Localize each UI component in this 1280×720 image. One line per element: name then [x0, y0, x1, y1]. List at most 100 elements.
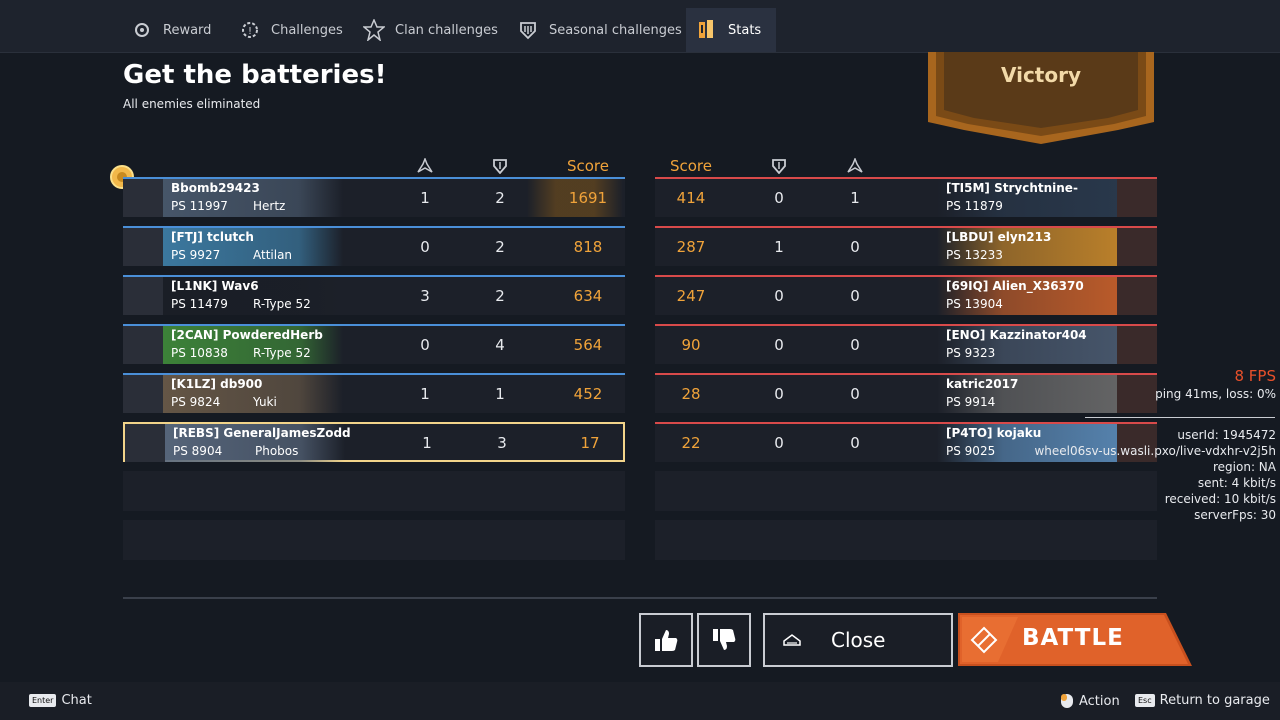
player-row[interactable]: 28 0 0 katric2017 PS 9914	[655, 373, 1157, 413]
empty-row	[123, 471, 625, 511]
player-row[interactable]: 414 0 1 [TI5M] Strychtnine- PS 11879	[655, 177, 1157, 217]
shield-icon	[493, 159, 507, 174]
divider	[123, 597, 1157, 599]
thumbs-up-icon	[655, 630, 678, 651]
score-value: 17	[580, 434, 600, 452]
thumbs-down-icon	[713, 629, 736, 650]
player-name: [L1NK] Wav6	[171, 279, 259, 293]
player-row[interactable]: 90 0 0 [ENO] Kazzinator404 PS 9323	[655, 324, 1157, 364]
assists-value: 3	[497, 434, 507, 452]
player-name: [69IQ] Alien_X36370	[946, 279, 1084, 293]
robot-name: Attilan	[253, 248, 293, 262]
assists-value: 1	[495, 385, 505, 403]
server-readout: wheel06sv-us.wasli.pxo/live-vdxhr-v2j5h	[1034, 444, 1276, 458]
player-row[interactable]: [K1LZ] db900 PS 9824 Yuki 1 1 452	[123, 373, 625, 413]
mouse-icon	[1061, 694, 1073, 708]
player-power-score: PS 13233	[946, 248, 1003, 262]
tab-stats[interactable]: Stats	[686, 8, 776, 52]
close-button[interactable]: Close	[763, 613, 953, 667]
empty-row	[655, 520, 1157, 560]
player-name: [FTJ] tclutch	[171, 230, 254, 244]
robot-name: Yuki	[253, 395, 277, 409]
assists-value: 0	[774, 434, 784, 452]
robot-name: R-Type 52	[253, 346, 311, 360]
close-key-icon	[783, 634, 801, 646]
player-avatar	[123, 375, 163, 413]
tab-label: Seasonal challenges	[549, 22, 682, 38]
like-button[interactable]	[639, 613, 693, 667]
kills-icon	[417, 158, 433, 173]
assists-value: 4	[495, 336, 505, 354]
score-value: 634	[573, 287, 603, 305]
tab-clan-challenges[interactable]: Clan challenges	[355, 8, 513, 52]
player-avatar	[1117, 375, 1157, 413]
player-avatar	[123, 277, 163, 315]
player-power-score: PS 9824	[171, 395, 221, 409]
score-value: 414	[676, 189, 706, 207]
svg-text:!: !	[248, 26, 252, 37]
player-row[interactable]: 247 0 0 [69IQ] Alien_X36370 PS 13904	[655, 275, 1157, 315]
kills-value: 0	[850, 434, 860, 452]
score-header-right: Score	[669, 157, 712, 175]
player-row[interactable]: [2CAN] PowderedHerb PS 10838 R-Type 52 0 4 56…	[123, 324, 625, 364]
empty-row	[655, 471, 1157, 511]
player-name: [2CAN] PowderedHerb	[171, 328, 323, 342]
tab-seasonal-challenges[interactable]: Seasonal challenges	[509, 8, 687, 52]
ping-readout: ping 41ms, loss: 0%	[1155, 387, 1276, 401]
kills-value: 0	[850, 336, 860, 354]
user-id-readout: userId: 1945472	[1177, 428, 1276, 442]
fps-readout: 8 FPS	[1234, 367, 1276, 385]
kills-value: 0	[850, 385, 860, 403]
score-value: 452	[573, 385, 603, 403]
challenges-icon: !	[239, 19, 261, 41]
player-name: Bbomb29423	[171, 181, 260, 195]
action-label: Action	[1079, 693, 1120, 709]
server-fps-readout: serverFps: 30	[1194, 508, 1276, 522]
esc-key-icon: Esc	[1135, 694, 1155, 707]
player-row[interactable]: 287 1 0 [LBDU] elyn213 PS 13233	[655, 226, 1157, 266]
player-row[interactable]: [L1NK] Wav6 PS 11479 R-Type 52 3 2 634	[123, 275, 625, 315]
kills-icon	[847, 158, 863, 173]
player-power-score: PS 11479	[171, 297, 228, 311]
chat-hint[interactable]: Enter Chat	[29, 693, 92, 708]
sent-readout: sent: 4 kbit/s	[1197, 476, 1276, 490]
kills-value: 1	[850, 189, 860, 207]
player-name: [ENO] Kazzinator404	[946, 328, 1087, 342]
player-avatar	[123, 326, 163, 364]
player-power-score: PS 8904	[173, 444, 223, 458]
assists-value: 0	[774, 287, 784, 305]
tab-label: Stats	[728, 22, 762, 38]
tab-label: Reward	[163, 22, 212, 38]
robot-name: R-Type 52	[253, 297, 311, 311]
action-hint[interactable]: Action	[1060, 693, 1120, 709]
assists-value: 2	[495, 238, 505, 256]
score-value: 28	[681, 385, 701, 403]
score-header-left: Score	[566, 157, 609, 175]
player-name: [REBS] GeneralJamesZodd	[173, 426, 351, 440]
kills-value: 1	[420, 189, 430, 207]
robot-name: Phobos	[255, 444, 299, 458]
player-name: [K1LZ] db900	[171, 377, 263, 391]
tab-reward[interactable]: Reward	[123, 8, 231, 52]
player-power-score: PS 11879	[946, 199, 1003, 213]
dislike-button[interactable]	[697, 613, 751, 667]
seasonal-challenges-icon	[517, 19, 539, 41]
match-title: Get the batteries!	[123, 60, 387, 90]
tab-label: Challenges	[271, 22, 343, 38]
kills-value: 3	[420, 287, 430, 305]
player-power-score: PS 11997	[171, 199, 228, 213]
tab-challenges[interactable]: ! Challenges	[231, 8, 354, 52]
player-row[interactable]: Bbomb29423 PS 11997 Hertz 1 2 1691	[123, 177, 625, 217]
assists-value: 0	[774, 385, 784, 403]
player-row[interactable]: [REBS] GeneralJamesZodd PS 8904 Phobos 1 3 17	[123, 422, 625, 462]
region-readout: region: NA	[1213, 460, 1276, 474]
battle-label: BATTLE	[1022, 625, 1124, 651]
kills-value: 0	[850, 238, 860, 256]
player-name: [P4TO] kojaku	[946, 426, 1042, 440]
return-to-garage-hint[interactable]: Esc Return to garage	[1135, 693, 1270, 708]
player-name: [TI5M] Strychtnine-	[946, 181, 1078, 195]
ping-graph-line	[1085, 417, 1275, 418]
player-avatar	[1117, 277, 1157, 315]
player-row[interactable]: [FTJ] tclutch PS 9927 Attilan 0 2 818	[123, 226, 625, 266]
player-avatar	[123, 228, 163, 266]
